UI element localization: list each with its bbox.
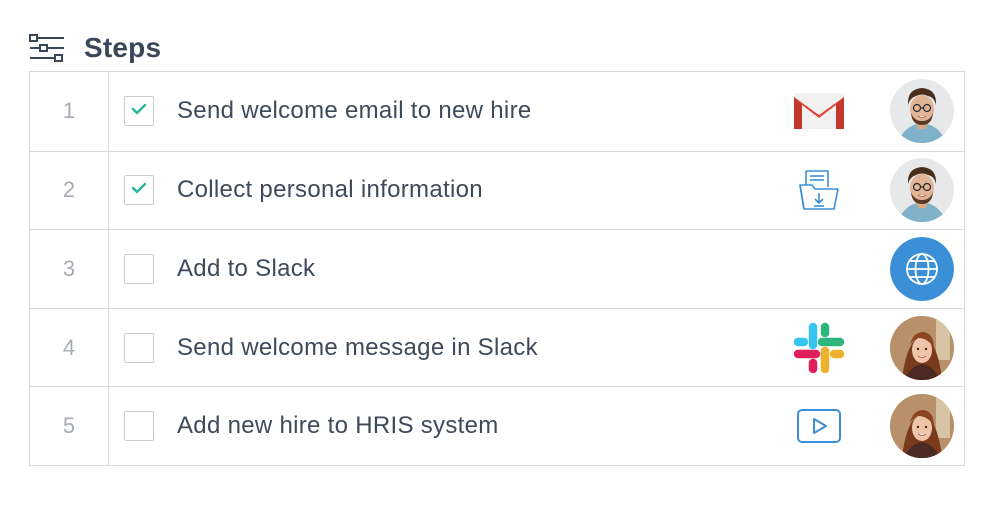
globe-icon[interactable]: [890, 236, 954, 301]
step-checkbox[interactable]: [124, 411, 154, 442]
step-label[interactable]: Send welcome message in Slack: [177, 334, 538, 362]
step-label[interactable]: Add to Slack: [177, 255, 315, 283]
step-checkbox[interactable]: [124, 253, 154, 284]
assignee-avatar[interactable]: [890, 394, 954, 459]
assignee-avatar[interactable]: [890, 158, 954, 223]
gmail-icon[interactable]: [791, 83, 847, 139]
step-row[interactable]: 3 Add to Slack: [30, 229, 964, 308]
steps-table: 1 Send welcome email to new hire 2 Colle…: [29, 71, 965, 466]
check-icon: [131, 181, 147, 199]
check-icon: [131, 102, 147, 120]
step-number: 1: [30, 72, 109, 151]
step-checkbox[interactable]: [124, 332, 154, 363]
step-label[interactable]: Add new hire to HRIS system: [177, 412, 499, 440]
slack-icon[interactable]: [791, 320, 847, 376]
step-checkbox[interactable]: [124, 175, 154, 206]
play-video-icon[interactable]: [791, 398, 847, 454]
assignee-avatar[interactable]: [890, 79, 954, 144]
file-download-icon[interactable]: [791, 162, 847, 218]
steps-header: Steps: [28, 30, 161, 66]
step-row[interactable]: 1 Send welcome email to new hire: [30, 72, 964, 151]
step-row[interactable]: 2 Collect personal information: [30, 150, 964, 230]
assignee-avatar[interactable]: [890, 315, 954, 380]
step-label[interactable]: Send welcome email to new hire: [177, 97, 532, 125]
step-checkbox[interactable]: [124, 96, 154, 127]
step-label[interactable]: Collect personal information: [177, 176, 483, 204]
workflow-steps-icon: [28, 32, 68, 64]
step-number: 3: [30, 230, 109, 308]
step-number: 5: [30, 387, 109, 465]
step-row[interactable]: 5 Add new hire to HRIS system: [30, 386, 964, 465]
step-number: 2: [30, 151, 109, 230]
step-row[interactable]: 4 Send welcome message in Slack: [30, 307, 964, 387]
page-title: Steps: [84, 32, 162, 63]
step-number: 4: [30, 308, 109, 387]
